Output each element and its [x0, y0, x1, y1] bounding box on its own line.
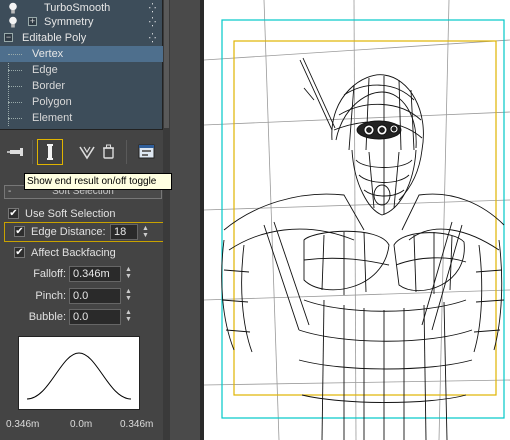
- bubble-input[interactable]: 0.0: [69, 309, 121, 325]
- sparkle-icon: ⁛: [148, 17, 157, 27]
- viewport-grid: [204, 0, 510, 440]
- pinch-label: Pinch:: [35, 290, 66, 302]
- edge-distance-checkbox[interactable]: ✔: [14, 226, 25, 237]
- subobject-list: Vertex Edge Border Polygon Element: [0, 46, 163, 130]
- wireframe-render: [204, 0, 510, 440]
- subobject-element[interactable]: Element: [0, 110, 151, 126]
- collapse-icon: -: [8, 186, 12, 197]
- scroll-thumb[interactable]: [164, 0, 169, 128]
- configure-sets-icon[interactable]: [134, 139, 160, 165]
- bubble-label: Bubble:: [28, 311, 66, 323]
- falloff-curve-graph: [18, 336, 140, 410]
- subobject-label: Polygon: [32, 96, 72, 108]
- perspective-viewport[interactable]: [204, 0, 510, 440]
- safe-frame-inner: [233, 40, 497, 396]
- affect-backfacing-checkbox[interactable]: ✔: [14, 247, 25, 258]
- bubble-spinner[interactable]: ▲ ▼: [124, 309, 133, 325]
- subobject-border[interactable]: Border: [0, 78, 151, 94]
- checkbox-label: Use Soft Selection: [25, 208, 116, 220]
- sparkle-icon: ⁛: [148, 33, 157, 43]
- falloff-spinner[interactable]: ▲ ▼: [124, 266, 133, 282]
- show-end-result-icon[interactable]: [37, 139, 63, 165]
- checkbox-label: Affect Backfacing: [31, 247, 116, 259]
- subobject-label: Border: [32, 80, 66, 92]
- collapse-icon[interactable]: −: [4, 33, 13, 42]
- modifier-stack: TurboSmooth ⁛ + Symmetry ⁛ − Editable Po…: [0, 0, 163, 130]
- subobject-polygon[interactable]: Polygon: [0, 94, 151, 110]
- remove-modifier-icon[interactable]: [96, 139, 122, 165]
- curve-right-label: 0.346m: [120, 419, 154, 430]
- subobject-vertex[interactable]: Vertex: [0, 46, 163, 62]
- pinch-input[interactable]: 0.0: [69, 288, 121, 304]
- subobject-label: Edge: [32, 64, 58, 76]
- falloff-label: Falloff:: [33, 268, 66, 280]
- command-panel: TurboSmooth ⁛ + Symmetry ⁛ − Editable Po…: [0, 0, 170, 440]
- edge-distance-spinner[interactable]: ▲ ▼: [141, 225, 150, 241]
- pinch-spinner[interactable]: ▲ ▼: [124, 288, 133, 304]
- edge-distance-input[interactable]: 18: [110, 224, 138, 240]
- falloff-input[interactable]: 0.346m: [69, 266, 121, 282]
- stack-item-label: Symmetry: [44, 16, 94, 28]
- tooltip: Show end result on/off toggle: [24, 173, 172, 190]
- expand-icon[interactable]: +: [28, 17, 37, 26]
- subobject-label: Vertex: [32, 48, 64, 60]
- subobject-edge[interactable]: Edge: [0, 62, 151, 78]
- stack-item-symmetry[interactable]: + Symmetry ⁛: [0, 14, 163, 30]
- curve-left-label: 0.346m: [6, 419, 40, 430]
- stack-item-label: Editable Poly: [22, 32, 87, 44]
- pin-stack-icon[interactable]: [4, 139, 30, 165]
- subobject-label: Element: [32, 112, 73, 124]
- stack-toolbar: [0, 134, 170, 170]
- use-soft-selection-checkbox[interactable]: ✔: [8, 208, 19, 219]
- checkbox-label: Edge Distance:: [31, 226, 106, 238]
- panel-scrollbar[interactable]: [163, 0, 170, 440]
- lightbulb-icon[interactable]: [8, 2, 18, 14]
- stack-item-editable-poly[interactable]: − Editable Poly ⁛: [0, 30, 163, 46]
- panel-divider: [170, 0, 204, 440]
- lightbulb-icon[interactable]: [8, 16, 18, 28]
- curve-center-label: 0.0m: [70, 419, 93, 430]
